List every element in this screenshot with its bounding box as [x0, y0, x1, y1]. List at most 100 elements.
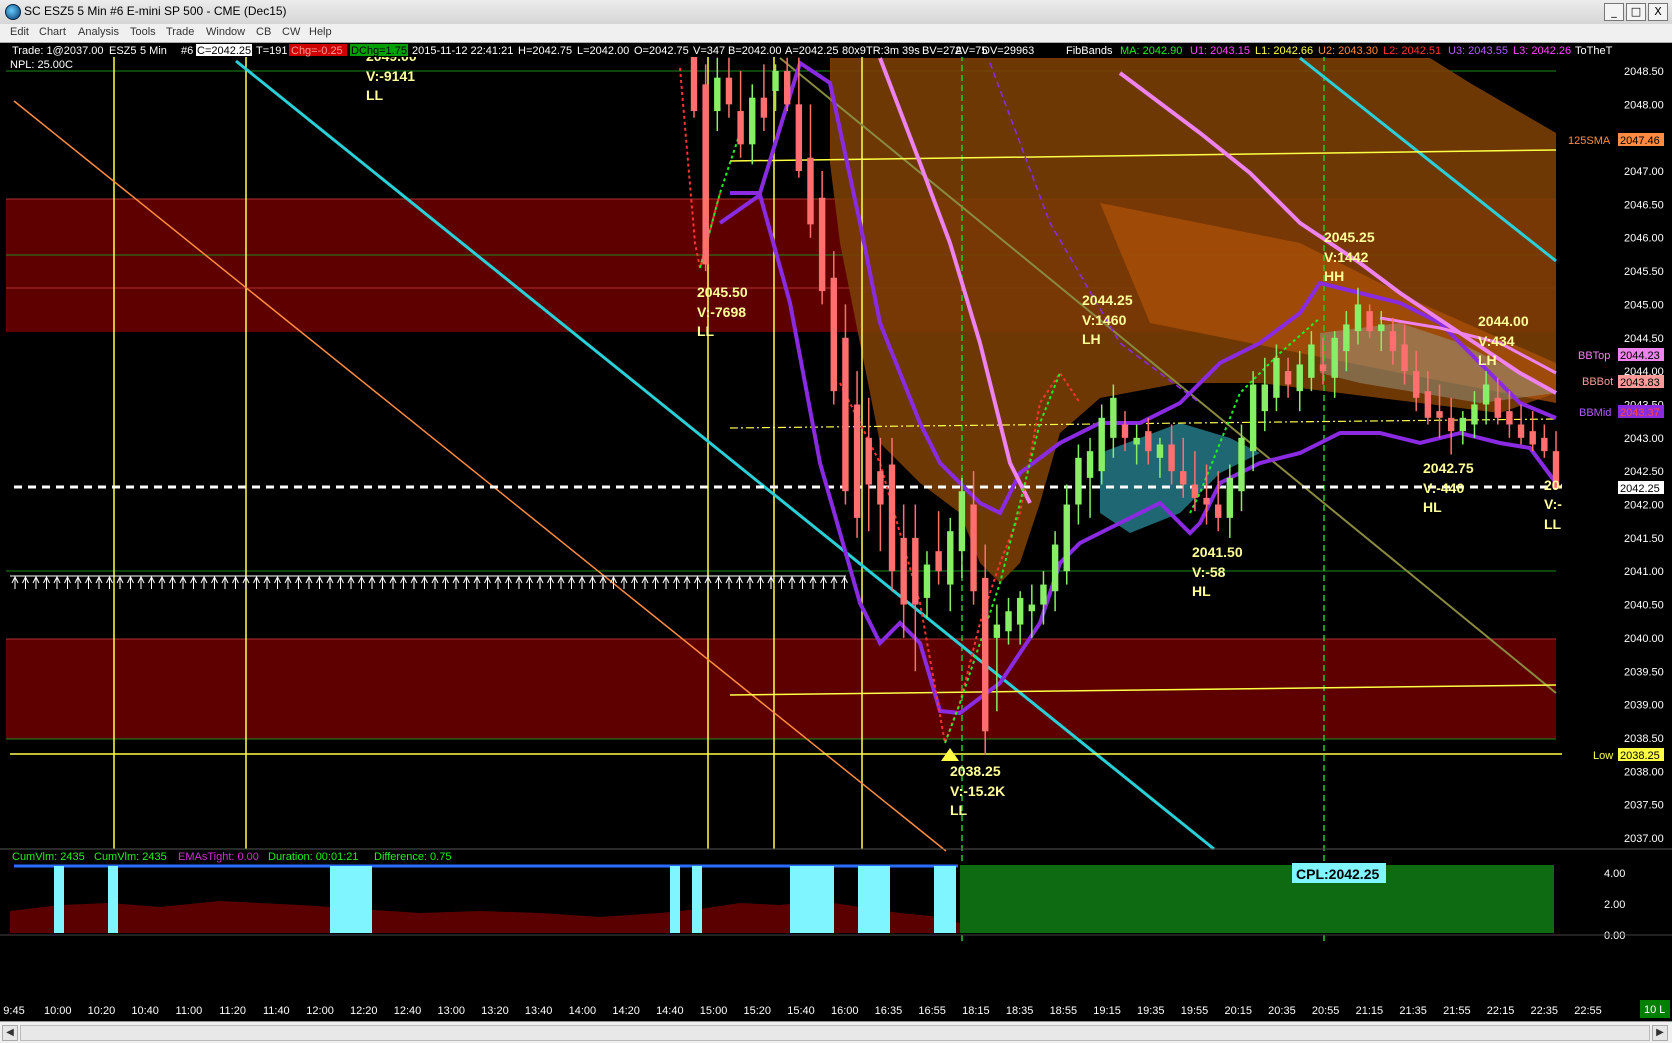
header-chg: Chg=-0.25 [291, 45, 343, 57]
price-axis-tick: 2048.50 [1624, 66, 1664, 78]
swing-tag: HL [1192, 583, 1211, 599]
price-axis-tick: 2043.00 [1624, 433, 1664, 445]
candle-up [1331, 337, 1338, 378]
tick-marker [368, 575, 376, 589]
tick-marker [809, 575, 817, 589]
candle-up [1482, 384, 1490, 405]
menu-cb[interactable]: CB [256, 26, 271, 38]
candle-up [1110, 397, 1117, 438]
scroll-thumb[interactable] [20, 1025, 1650, 1041]
time-axis-tick: 13:20 [481, 1005, 509, 1017]
candle-down [912, 537, 919, 605]
candle-down [795, 104, 803, 172]
scroll-left-icon[interactable]: ◀ [2, 1025, 18, 1041]
header-npl: NPL: 25.00C [10, 59, 73, 71]
maximize-button[interactable]: □ [1626, 3, 1646, 21]
header-tr: TR:3m 39s [866, 45, 920, 57]
cum-cyan-bar [692, 866, 702, 933]
candle-down [1447, 417, 1455, 432]
time-axis-tick: 14:40 [656, 1005, 684, 1017]
candle-down [830, 277, 837, 392]
tick-marker [652, 575, 659, 589]
menu-help[interactable]: Help [309, 26, 332, 38]
candle-up [1459, 417, 1467, 432]
price-axis-tick: 2040.50 [1624, 600, 1664, 612]
tick-marker [788, 575, 796, 589]
menu-analysis[interactable]: Analysis [78, 26, 119, 38]
swing-tag: LL [697, 323, 715, 339]
tick-marker [305, 575, 313, 589]
price-axis-tick: 2047.00 [1624, 166, 1664, 178]
tick-marker [799, 575, 806, 589]
tick-marker [389, 575, 397, 589]
tick-marker [358, 575, 365, 589]
volume-axis-tick: 4.00 [1604, 868, 1625, 880]
candle-up [1238, 437, 1245, 492]
menu-window[interactable]: Window [206, 26, 245, 38]
candle-up [1028, 604, 1036, 612]
menu-trade[interactable]: Trade [166, 26, 194, 38]
menu-chart[interactable]: Chart [39, 26, 66, 38]
menu-edit[interactable]: Edit [10, 26, 29, 38]
candle-up [1354, 304, 1362, 332]
candle-down [1366, 311, 1373, 332]
tick-marker [505, 575, 512, 589]
tick-marker [715, 575, 722, 589]
window-controls: _ □ X [1604, 3, 1668, 21]
header-low: L=2042.00 [577, 45, 629, 57]
menu-cw[interactable]: CW [282, 26, 300, 38]
candle-down [900, 537, 907, 605]
tick-marker [200, 575, 208, 589]
scroll-right-icon[interactable]: ▶ [1652, 1025, 1668, 1041]
tick-marker [64, 575, 71, 589]
price-axis-tick: 2037.50 [1624, 800, 1664, 812]
tick-marker [53, 575, 61, 589]
candle-down [1284, 371, 1292, 385]
tick-marker [599, 575, 607, 589]
close-button[interactable]: X [1648, 3, 1668, 21]
candle-up [958, 491, 966, 552]
tick-marker [578, 575, 586, 589]
header-symbol: ESZ5 [109, 45, 137, 57]
tick-marker [326, 575, 334, 589]
tick-marker [179, 575, 187, 589]
candle-down [1191, 484, 1199, 498]
candle-down [935, 551, 942, 572]
tick-marker [221, 575, 229, 589]
time-axis-tick: 9:45 [3, 1005, 24, 1017]
tick-marker [148, 575, 155, 589]
price-axis-tick: 2048.00 [1624, 99, 1664, 111]
price-axis-tick: 2038.00 [1624, 766, 1664, 778]
candle-down [853, 404, 861, 518]
header-u3: U3: 2043.55 [1448, 45, 1508, 57]
low-value: 2038.25 [1620, 750, 1660, 762]
candle-up [1261, 384, 1268, 412]
swing-volume: V:434 [1478, 333, 1515, 349]
horizontal-scrollbar[interactable]: ◀ ▶ [0, 1021, 1672, 1043]
bbtop-label: BBTop [1578, 350, 1610, 362]
tick-marker [22, 575, 29, 589]
time-axis-tick: 16:35 [875, 1005, 903, 1017]
candle-up [923, 564, 931, 598]
volume-panel-labels: CumVlm: 2435 CumVlm: 2435 EMAsTight: 0.0… [12, 851, 451, 863]
time-axis-tick: 18:35 [1006, 1005, 1034, 1017]
price-chart[interactable]: 2049.00 V:-9141 LL 2045.50 V:-7698 LL 20… [0, 24, 1672, 1021]
candle-down [888, 464, 896, 572]
time-axis-tick: 21:15 [1356, 1005, 1384, 1017]
chart-area[interactable]: 2049.00 V:-9141 LL 2045.50 V:-7698 LL 20… [0, 24, 1672, 1021]
header-dchg: DChg=1.75 [351, 45, 407, 57]
candle-up [1249, 384, 1257, 452]
last-price-value: 2042.25 [1620, 483, 1660, 495]
swing-tag: LL [1544, 516, 1562, 532]
candle-up [1086, 451, 1094, 478]
candle-down [1529, 431, 1536, 445]
candle-down [970, 504, 977, 592]
minimize-button[interactable]: _ [1604, 3, 1624, 21]
price-axis-tick: 2046.00 [1624, 233, 1664, 245]
header-l1: L1: 2042.66 [1255, 45, 1313, 57]
menu-bar: Edit Chart Analysis Tools Trade Window C… [0, 24, 1672, 43]
tick-marker [610, 575, 617, 589]
menu-tools[interactable]: Tools [130, 26, 156, 38]
tick-marker [683, 575, 691, 589]
tick-marker [190, 575, 197, 589]
